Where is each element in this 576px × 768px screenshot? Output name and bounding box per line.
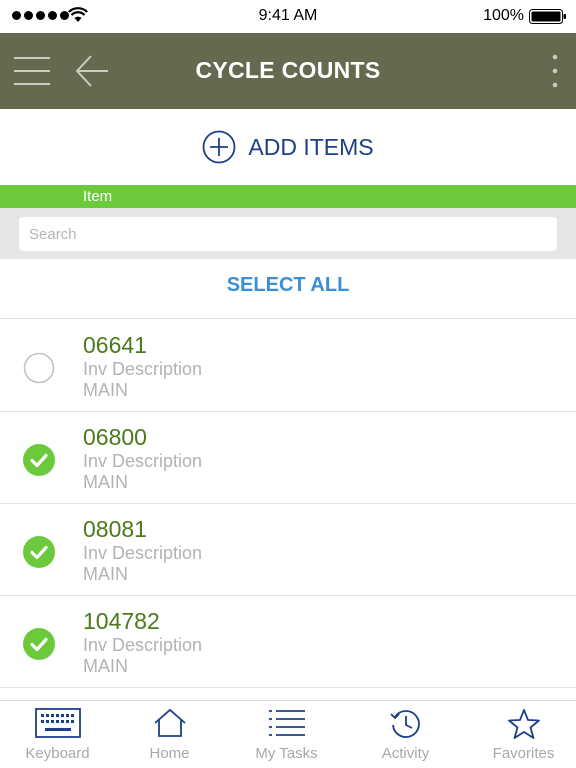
item-list: 06641 Inv Description MAIN 06800 Inv Des… [0,320,576,688]
item-number: 08081 [83,516,147,542]
search-input[interactable] [19,217,557,251]
item-number: 104782 [83,608,160,634]
battery-percentage: 100% [483,7,524,24]
list-item[interactable]: 06800 Inv Description MAIN [0,412,576,504]
star-icon [507,709,540,739]
list-icon [268,710,305,736]
item-description: Inv Description [83,635,203,655]
tab-keyboard-label: Keyboard [25,745,90,762]
search-bar [0,208,576,259]
column-header-item: Item [83,188,113,205]
unchecked-circle-icon[interactable] [23,352,55,384]
tab-home-label: Home [149,745,190,762]
column-header-bar: Item [0,185,576,208]
item-location: MAIN [83,472,128,492]
tab-my-tasks[interactable]: My Tasks [229,701,344,768]
add-circle-icon [202,130,236,164]
page-title: CYCLE COUNTS [195,57,381,83]
select-all-button[interactable]: SELECT ALL [0,259,576,319]
tab-home[interactable]: Home [112,701,227,768]
list-item[interactable]: 06641 Inv Description MAIN [0,320,576,412]
history-icon [389,710,420,738]
tab-my-tasks-label: My Tasks [255,745,318,762]
item-location: MAIN [83,380,128,400]
home-icon [153,708,186,737]
item-number: 06641 [83,332,147,358]
add-items-button[interactable]: ADD ITEMS [0,109,576,185]
keyboard-icon [34,708,81,738]
item-location: MAIN [83,564,128,584]
app-header: CYCLE COUNTS [0,33,576,109]
tab-activity-label: Activity [381,745,430,762]
battery-icon [529,9,566,24]
tab-activity[interactable]: Activity [348,701,463,768]
status-bar: 9:41 AM 100% [0,0,576,33]
item-location: MAIN [83,656,128,676]
checked-circle-icon[interactable] [23,536,55,568]
checked-circle-icon[interactable] [23,628,55,660]
list-item[interactable]: 104782 Inv Description MAIN [0,596,576,688]
more-options-icon[interactable] [550,53,560,89]
add-items-label: ADD ITEMS [248,133,374,160]
item-description: Inv Description [83,359,203,379]
tab-favorites[interactable]: Favorites [466,701,576,768]
list-item[interactable]: 08081 Inv Description MAIN [0,504,576,596]
tab-keyboard[interactable]: Keyboard [0,701,115,768]
item-number: 06800 [83,424,147,450]
bottom-tab-bar: Keyboard Home My Tasks Activity Favorite… [0,700,576,768]
tab-favorites-label: Favorites [492,745,555,762]
item-description: Inv Description [83,543,203,563]
checked-circle-icon[interactable] [23,444,55,476]
item-description: Inv Description [83,451,203,471]
